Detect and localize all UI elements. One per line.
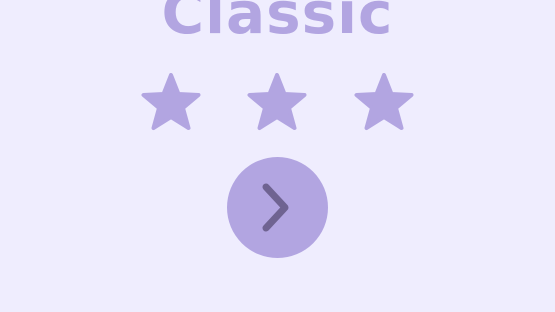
star-icon (247, 73, 307, 131)
star-icon (141, 73, 201, 131)
star-icon (354, 73, 414, 131)
chevron-right-icon (262, 183, 289, 232)
next-level-button[interactable] (227, 157, 328, 258)
level-title: Classic (161, 0, 394, 47)
